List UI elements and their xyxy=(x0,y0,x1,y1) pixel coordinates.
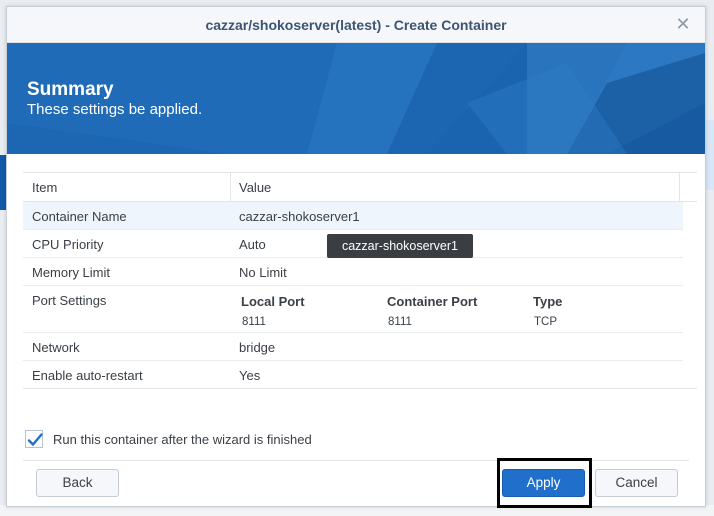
port-header-type: Type xyxy=(533,294,563,309)
port-header-local: Local Port xyxy=(241,294,305,309)
summary-grid: Item Value Container Name cazzar-shokose… xyxy=(23,172,697,389)
column-header-value[interactable]: Value xyxy=(239,180,271,195)
row-value: bridge xyxy=(239,340,276,355)
port-value-container: 8111 xyxy=(388,316,412,328)
apply-highlight-box xyxy=(497,458,592,508)
background-app-panel xyxy=(706,120,714,190)
banner-subtitle: These settings be applied. xyxy=(27,101,203,118)
table-row-port-settings[interactable]: Port Settings Local Port Container Port … xyxy=(23,286,683,333)
row-item: Enable auto-restart xyxy=(32,368,143,383)
port-value-type: TCP xyxy=(534,316,557,328)
run-after-checkbox[interactable] xyxy=(25,430,43,448)
row-item: Container Name xyxy=(32,209,127,224)
run-after-label[interactable]: Run this container after the wizard is f… xyxy=(53,432,312,447)
row-item: CPU Priority xyxy=(32,237,104,252)
value-tooltip: cazzar-shokoserver1 xyxy=(327,234,473,258)
column-divider[interactable] xyxy=(230,173,231,201)
port-header-container: Container Port xyxy=(387,294,478,309)
row-value: Yes xyxy=(239,368,261,383)
create-container-dialog: cazzar/shokoserver(latest) - Create Cont… xyxy=(6,6,706,508)
back-button[interactable]: Back xyxy=(36,469,119,497)
close-icon[interactable]: ✕ xyxy=(673,14,693,34)
row-item: Port Settings xyxy=(32,293,107,308)
row-value: No Limit xyxy=(239,265,287,280)
table-row-container-name[interactable]: Container Name cazzar-shokoserver1 xyxy=(23,202,683,230)
row-item: Network xyxy=(32,340,80,355)
dialog-titlebar: cazzar/shokoserver(latest) - Create Cont… xyxy=(7,7,705,43)
table-row-network[interactable]: Network bridge xyxy=(23,333,683,361)
row-value: cazzar-shokoserver1 xyxy=(239,209,360,224)
grid-header: Item Value xyxy=(23,173,697,202)
table-row-memory-limit[interactable]: Memory Limit No Limit xyxy=(23,258,683,286)
dialog-title: cazzar/shokoserver(latest) - Create Cont… xyxy=(205,17,507,33)
checkmark-icon xyxy=(27,433,43,446)
summary-banner: Summary These settings be applied. xyxy=(7,43,705,154)
port-value-local: 8111 xyxy=(242,316,266,328)
column-header-item[interactable]: Item xyxy=(32,180,57,195)
table-row-auto-restart[interactable]: Enable auto-restart Yes xyxy=(23,361,683,388)
row-item: Memory Limit xyxy=(32,265,111,280)
cancel-button[interactable]: Cancel xyxy=(595,469,678,497)
column-divider[interactable] xyxy=(679,173,680,201)
banner-title: Summary xyxy=(27,79,114,100)
row-value: Auto xyxy=(239,237,266,252)
